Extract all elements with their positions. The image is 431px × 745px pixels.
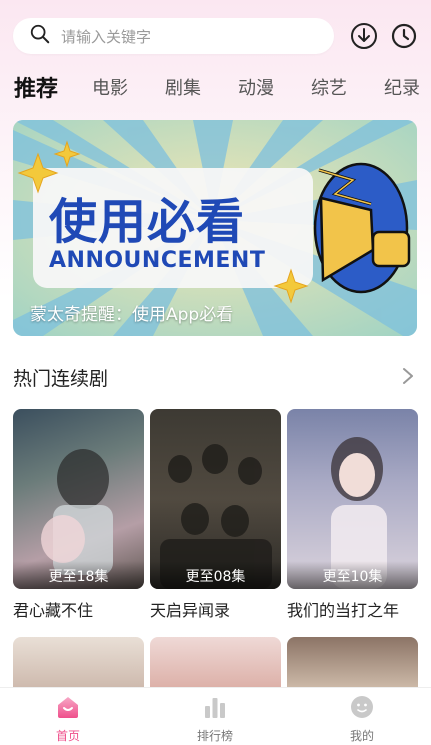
drama-card[interactable]: 更至10集 我们的当打之年 [287,409,418,621]
episode-badge: 更至10集 [287,561,418,589]
tab-variety[interactable]: 综艺 [311,74,347,100]
nav-profile[interactable]: 我的 [322,694,402,744]
nav-ranking-label: 排行榜 [196,729,233,743]
banner-title: 使用必看 [49,194,246,250]
top-bar: 请输入关键字 [0,0,431,70]
nav-profile-label: 我的 [349,729,374,743]
search-icon [29,23,51,49]
drama-title: 君心藏不住 [13,601,94,620]
episode-badge: 更至08集 [150,561,281,589]
tab-movies[interactable]: 电影 [92,74,128,100]
chevron-right-icon[interactable] [398,366,418,386]
drama-poster: 更至08集 [150,409,281,589]
smiley-icon [351,696,373,718]
home-icon [58,697,78,718]
drama-title: 我们的当打之年 [287,601,400,620]
drama-card[interactable]: 更至08集 天启异闻录 [150,409,281,621]
search-placeholder: 请输入关键字 [61,27,152,46]
bar-chart-icon [205,698,225,718]
drama-title: 天启异闻录 [150,601,231,620]
drama-poster: 更至10集 [287,409,418,589]
section-title: 热门连续剧 [13,368,109,390]
category-tabs: 推荐 电影 剧集 动漫 综艺 纪录 [0,70,431,106]
tab-recommend[interactable]: 推荐 [14,71,58,103]
history-icon[interactable] [389,21,419,51]
search-bar[interactable]: 请输入关键字 [13,18,334,54]
nav-home-label: 首页 [55,729,80,743]
download-icon[interactable] [349,21,379,51]
announcement-banner[interactable]: 使用必看 ANNOUNCEMENT 蒙太奇提醒：使用App必看 [13,120,417,336]
tab-series[interactable]: 剧集 [165,74,201,100]
drama-poster: 更至18集 [13,409,144,589]
banner-subtitle: ANNOUNCEMENT [49,248,266,273]
tab-anime[interactable]: 动漫 [238,74,274,100]
bottom-nav: 首页 排行榜 我的 [0,687,431,745]
tab-documentary[interactable]: 纪录 [384,74,420,100]
banner-caption: 蒙太奇提醒：使用App必看 [30,305,234,325]
episode-badge: 更至18集 [13,561,144,589]
nav-home[interactable]: 首页 [28,694,108,744]
nav-ranking[interactable]: 排行榜 [175,694,255,744]
drama-card[interactable]: 更至18集 君心藏不住 [13,409,144,621]
